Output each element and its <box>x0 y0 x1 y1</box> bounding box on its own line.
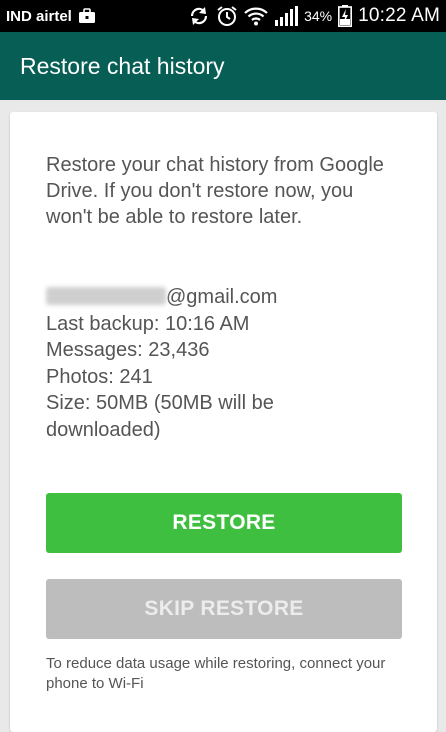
status-right: 34% 10:22 AM <box>188 5 440 27</box>
account-email-suffix: @gmail.com <box>166 286 278 308</box>
backup-size: Size: 50MB (50MB will be downloaded) <box>46 392 274 441</box>
status-bar: IND airtel 34% 10:22 AM <box>0 0 446 32</box>
sync-icon <box>188 5 210 27</box>
last-backup: Last backup: 10:16 AM <box>46 312 250 335</box>
photos-count: Photos: 241 <box>46 365 153 388</box>
clock-time: 10:22 AM <box>358 5 440 26</box>
skip-restore-button-label: SKIP RESTORE <box>144 597 304 620</box>
backup-info: @gmail.com Last backup: 10:16 AM Message… <box>46 284 416 443</box>
restore-button-label: RESTORE <box>172 511 276 534</box>
carrier-name: IND airtel <box>6 7 72 25</box>
battery-charging-icon <box>338 5 353 27</box>
briefcase-icon <box>78 8 96 24</box>
alarm-icon <box>216 5 238 27</box>
app-bar: Restore chat history <box>0 32 446 100</box>
wifi-icon <box>244 6 268 26</box>
restore-card: Restore your chat history from Google Dr… <box>10 112 437 732</box>
page-title: Restore chat history <box>20 52 225 79</box>
battery-percent: 34% <box>304 8 333 24</box>
status-left: IND airtel <box>6 8 96 25</box>
messages-count: Messages: 23,436 <box>46 339 210 361</box>
skip-restore-button[interactable]: SKIP RESTORE <box>46 579 402 639</box>
restore-description: Restore your chat history from Google Dr… <box>46 154 384 228</box>
restore-button[interactable]: RESTORE <box>46 493 402 553</box>
account-row: @gmail.com <box>46 284 416 311</box>
signal-icon <box>274 6 299 26</box>
redacted-account-name <box>46 287 166 305</box>
wifi-footnote: To reduce data usage while restoring, co… <box>46 655 386 692</box>
